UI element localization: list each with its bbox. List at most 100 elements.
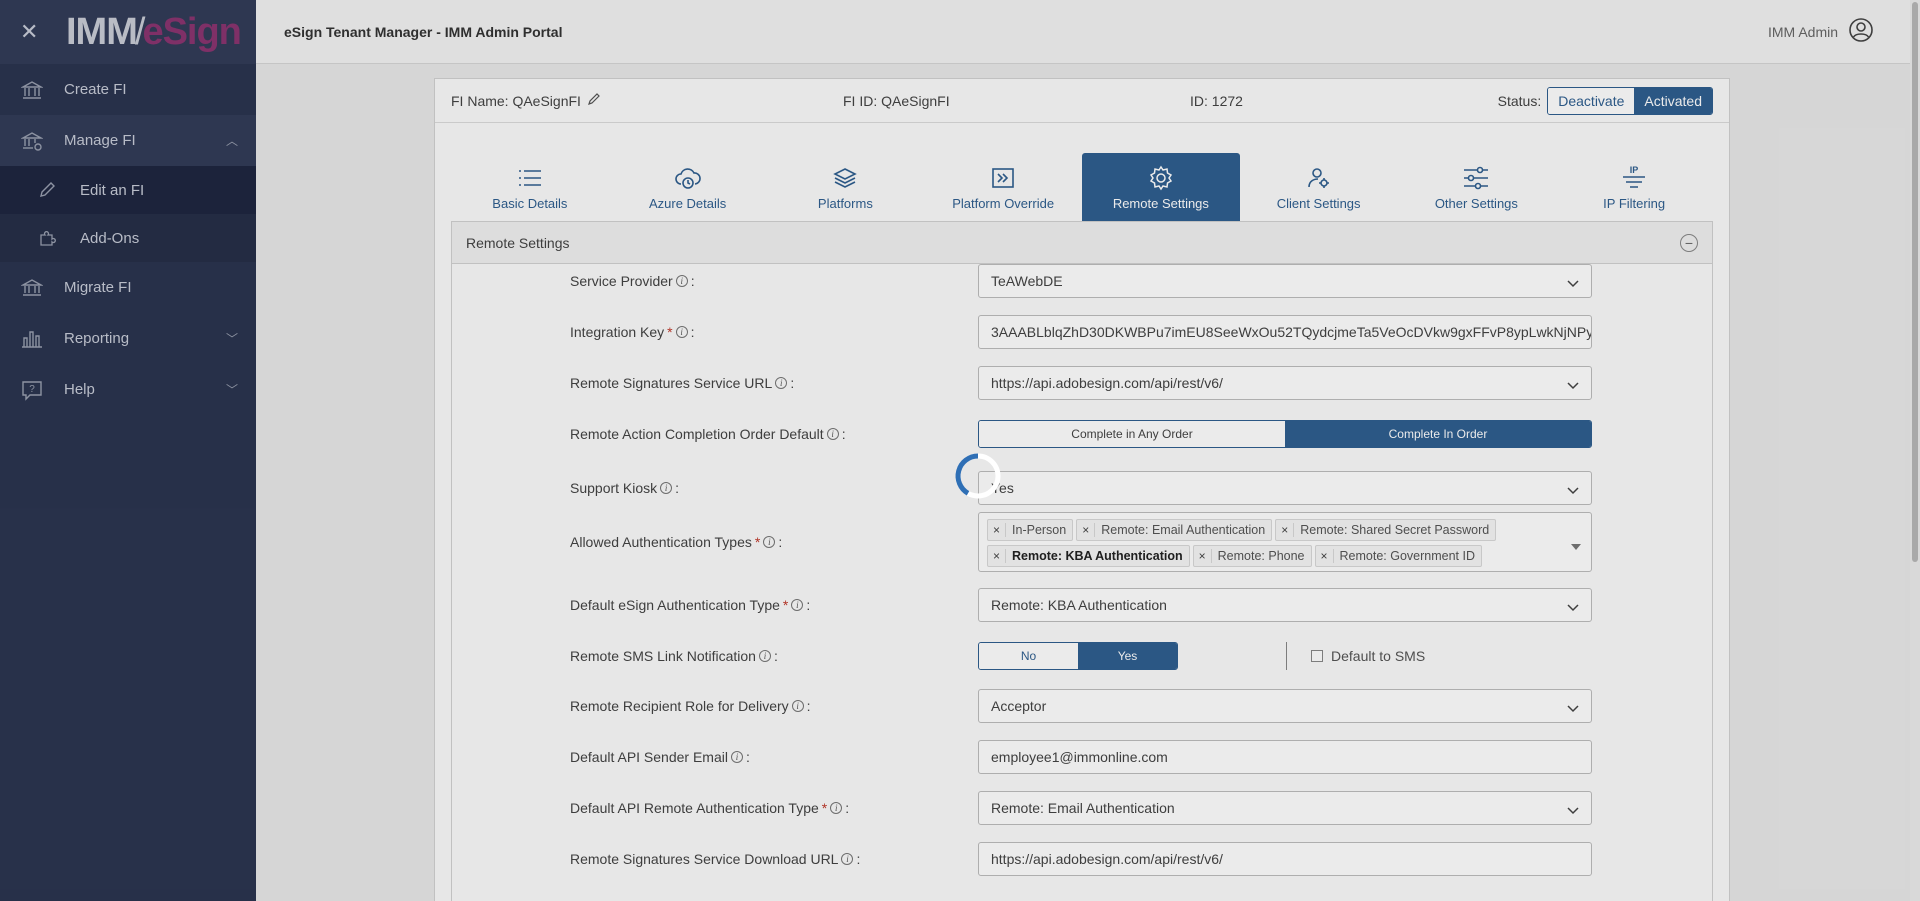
default-to-sms-checkbox[interactable]: Default to SMS	[1311, 648, 1425, 664]
input-value: 3AAABLblqZhD30DKWBPu7imEU8SeeWxOu52TQydc…	[991, 324, 1592, 340]
tag-chip: × Remote: KBA Authentication	[987, 545, 1190, 567]
remove-tag-icon[interactable]: ×	[1316, 549, 1334, 563]
field-label: Default API Sender Email i:	[570, 749, 750, 765]
tab-ip-filtering[interactable]: IP IP Filtering	[1555, 153, 1713, 221]
collapse-icon[interactable]: −	[1680, 234, 1698, 252]
label-text: Default API Sender Email	[570, 749, 728, 765]
row-support-kiosk: Support Kiosk i: Yes	[570, 471, 1600, 505]
tab-other-settings[interactable]: Other Settings	[1398, 153, 1556, 221]
info-icon[interactable]: i	[791, 700, 804, 712]
remove-tag-icon[interactable]: ×	[1077, 523, 1096, 537]
remove-tag-icon[interactable]: ×	[1194, 549, 1212, 563]
tag-label: Remote: Phone	[1217, 549, 1305, 563]
user-avatar-icon[interactable]	[1848, 17, 1874, 46]
info-icon[interactable]: i	[830, 802, 843, 814]
tab-platforms[interactable]: Platforms	[767, 153, 925, 221]
select-value: Acceptor	[991, 698, 1047, 714]
edit-pencil-icon[interactable]	[587, 92, 601, 109]
default-auth-select[interactable]: Remote: KBA Authentication	[978, 588, 1592, 622]
tab-basic-details[interactable]: Basic Details	[451, 153, 609, 221]
field-label: Support Kiosk i:	[570, 480, 680, 496]
close-icon[interactable]: ✕	[20, 19, 42, 45]
info-icon[interactable]: i	[675, 326, 688, 338]
row-integration-key: Integration Key * i: 3AAABLblqZhD30DKWBPu7…	[570, 315, 1600, 349]
tag-label: In-Person	[1012, 523, 1067, 537]
remote-settings-section: Remote Settings − Service Provider i: TeA…	[451, 221, 1713, 901]
list-icon	[517, 164, 543, 192]
sidebar-item-reporting[interactable]: Reporting ﹀	[0, 313, 256, 364]
sidebar-item-add-ons[interactable]: Add-Ons	[0, 214, 256, 262]
remove-tag-icon[interactable]: ×	[1276, 523, 1295, 537]
completion-order-toggle: Complete in Any Order Complete In Order	[978, 420, 1592, 448]
main-content: FI Name: QAeSignFI FI ID: QAeSignFI ID: …	[256, 64, 1920, 901]
tag-label: Remote: Email Authentication	[1101, 523, 1266, 537]
info-icon[interactable]: i	[730, 751, 743, 763]
info-icon[interactable]: i	[660, 482, 673, 494]
input-value: https://api.adobesign.com/api/rest/v6/	[991, 851, 1223, 867]
scrollbar[interactable]	[1910, 0, 1920, 901]
download-url-input[interactable]: https://api.adobesign.com/api/rest/v6/	[978, 842, 1592, 876]
recipient-role-select[interactable]: Acceptor	[978, 689, 1592, 723]
bar-chart-icon	[20, 327, 44, 351]
complete-any-order-button[interactable]: Complete in Any Order	[979, 421, 1285, 447]
info-icon[interactable]: i	[826, 428, 839, 440]
remote-sig-url-select[interactable]: https://api.adobesign.com/api/rest/v6/	[978, 366, 1592, 400]
sidebar-item-migrate-fi[interactable]: Migrate FI	[0, 262, 256, 313]
sms-link-toggle: No Yes	[978, 642, 1178, 670]
help-chat-icon: ?	[20, 378, 44, 402]
label-text: Support Kiosk	[570, 480, 658, 496]
caret-down-icon	[1571, 537, 1581, 555]
integration-key-input[interactable]: 3AAABLblqZhD30DKWBPu7imEU8SeeWxOu52TQydc…	[978, 315, 1592, 349]
pencil-icon	[38, 181, 60, 199]
sidebar-item-create-fi[interactable]: Create FI	[0, 64, 256, 115]
override-icon	[990, 164, 1016, 192]
sender-email-input[interactable]: employee1@immonline.com	[978, 740, 1592, 774]
scrollbar-thumb[interactable]	[1912, 2, 1918, 562]
info-icon[interactable]: i	[758, 650, 771, 662]
sidebar-item-label: Create FI	[64, 81, 127, 98]
chevron-down-icon: ﹀	[225, 332, 238, 346]
tab-platform-override[interactable]: Platform Override	[924, 153, 1082, 221]
info-icon[interactable]: i	[775, 377, 788, 389]
loading-spinner-icon	[954, 452, 1002, 500]
info-icon[interactable]: i	[841, 853, 854, 865]
field-label: Remote Signatures Service URL i:	[570, 375, 795, 391]
tag-chip: × Remote: Phone	[1192, 545, 1312, 567]
api-remote-auth-select[interactable]: Remote: Email Authentication	[978, 791, 1592, 825]
sidebar-item-manage-fi[interactable]: Manage FI ︿	[0, 115, 256, 166]
tab-label: Azure Details	[648, 195, 727, 211]
auth-types-multiselect[interactable]: × In-Person × Remote: Email Authentication…	[978, 512, 1592, 572]
info-icon[interactable]: i	[763, 536, 776, 548]
fi-info-bar: FI Name: QAeSignFI FI ID: QAeSignFI ID: …	[435, 79, 1729, 123]
input-value: employee1@immonline.com	[991, 749, 1168, 765]
service-provider-select[interactable]: TeAWebDE	[978, 264, 1592, 298]
user-name: IMM Admin	[1767, 23, 1838, 40]
deactivate-button[interactable]: Deactivate	[1548, 87, 1635, 114]
label-text: Allowed Authentication Types	[570, 534, 752, 550]
fi-card: FI Name: QAeSignFI FI ID: QAeSignFI ID: …	[434, 78, 1730, 901]
row-auth-types: Allowed Authentication Types * i: × In-Pers…	[570, 512, 1600, 572]
required-marker: *	[821, 800, 828, 816]
info-icon[interactable]: i	[791, 599, 804, 611]
tab-client-settings[interactable]: Client Settings	[1240, 153, 1398, 221]
complete-in-order-button[interactable]: Complete In Order	[1285, 421, 1591, 447]
sidebar-item-label: Reporting	[64, 330, 130, 347]
sidebar-item-edit-fi[interactable]: Edit an FI	[0, 166, 256, 214]
tab-label: Basic Details	[492, 195, 568, 211]
user-menu[interactable]: IMM Admin	[1768, 17, 1874, 46]
activated-button[interactable]: Activated	[1634, 87, 1712, 114]
sms-yes-button[interactable]: Yes	[1078, 643, 1177, 669]
tab-label: Other Settings	[1434, 195, 1518, 211]
info-icon[interactable]: i	[675, 275, 688, 287]
chevron-down-icon	[1567, 377, 1579, 393]
sidebar-item-label: Add-Ons	[80, 229, 140, 247]
tab-remote-settings[interactable]: Remote Settings	[1082, 153, 1240, 221]
remove-tag-icon[interactable]: ×	[988, 523, 1007, 537]
sms-no-button[interactable]: No	[979, 643, 1078, 669]
chevron-down-icon	[1567, 275, 1579, 291]
sidebar-item-help[interactable]: ? Help ﹀	[0, 364, 256, 415]
tab-azure-details[interactable]: Azure Details	[609, 153, 767, 221]
remove-tag-icon[interactable]: ×	[988, 549, 1007, 563]
checkbox-box[interactable]	[1311, 650, 1323, 662]
support-kiosk-select[interactable]: Yes	[978, 471, 1592, 505]
